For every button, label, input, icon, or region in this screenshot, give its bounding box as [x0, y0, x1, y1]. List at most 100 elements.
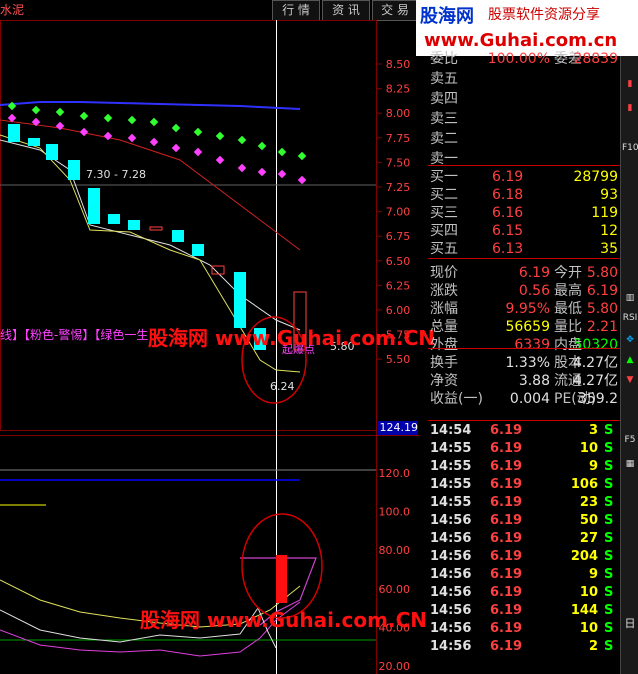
- price-axis-label: 6.25: [386, 279, 411, 292]
- buy-row[interactable]: 买二 6.18 93: [428, 186, 620, 204]
- sell-row[interactable]: 卖三: [428, 110, 620, 128]
- buy-volume: 12: [600, 223, 618, 239]
- tick-row[interactable]: 14:566.1950S1: [428, 512, 632, 530]
- tick-price: 6.19: [490, 549, 523, 564]
- stat-label: 涨幅: [430, 301, 458, 317]
- tick-row[interactable]: 14:566.1927S1: [428, 530, 632, 548]
- stat-value: 6339: [514, 337, 550, 353]
- pink-signal-dot: [79, 127, 89, 137]
- stat-row: 外盘 6339 内盘 50320: [428, 336, 620, 354]
- indicator-axis-label: 120.0: [379, 467, 411, 480]
- up-arrow-icon[interactable]: ▲: [622, 352, 638, 368]
- candlesticks: [8, 124, 307, 351]
- green-signal-dot: [297, 151, 307, 161]
- candle: [108, 214, 120, 224]
- tick-side: S: [604, 477, 614, 492]
- buy-label: 买三: [430, 205, 458, 221]
- tick-time: 14:55: [430, 459, 472, 474]
- tick-row[interactable]: 14:566.1910S1: [428, 584, 632, 602]
- tick-row[interactable]: 14:566.19204S1: [428, 548, 632, 566]
- buy-label: 买二: [430, 187, 458, 203]
- tick-row[interactable]: 14:566.1910S1: [428, 620, 632, 638]
- stat-value-2: 5.80: [586, 301, 618, 317]
- tick-price: 6.19: [490, 459, 523, 474]
- tick-side: S: [604, 495, 614, 510]
- kline-icon[interactable]: ▮: [622, 100, 638, 116]
- tick-volume: 9: [588, 567, 598, 582]
- move-icon[interactable]: ✥: [622, 332, 638, 348]
- tick-row[interactable]: 14:566.19144S1: [428, 602, 632, 620]
- green-signal-dot: [149, 117, 159, 127]
- price-axis-label: 6.50: [386, 255, 411, 268]
- buy-price: 6.18: [492, 187, 524, 203]
- menu-quotes-button[interactable]: 行 情: [272, 0, 320, 21]
- candle: [8, 124, 20, 142]
- buy-row[interactable]: 买四 6.15 12: [428, 222, 620, 240]
- green-signal-dot: [257, 141, 267, 151]
- toolbar-f5[interactable]: F5: [622, 432, 638, 448]
- tick-row[interactable]: 14:566.199S1: [428, 566, 632, 584]
- buy-row[interactable]: 买五 6.13 35: [428, 240, 620, 258]
- toolbar-f10[interactable]: F10: [622, 140, 638, 156]
- stat-value: 1.33%: [505, 355, 550, 371]
- tick-row[interactable]: 14:556.1923S1: [428, 494, 632, 512]
- ma-white-line: [0, 139, 301, 331]
- tick-row[interactable]: 14:556.19106S8: [428, 476, 632, 494]
- center-watermark: 股海网 www.Guhai.com.CN: [148, 326, 436, 350]
- rsi-icon[interactable]: RSI: [622, 310, 638, 326]
- price-axis-label: 7.25: [386, 181, 411, 194]
- menu-trade-button[interactable]: 交 易: [372, 0, 418, 21]
- sell-row[interactable]: 卖五: [428, 70, 620, 88]
- price-axis-label: 6.75: [386, 230, 411, 243]
- tick-time: 14:54: [430, 423, 472, 438]
- buy-row[interactable]: 买三 6.16 119: [428, 204, 620, 222]
- sell-row[interactable]: 卖二: [428, 130, 620, 148]
- tick-row[interactable]: 14:546.193S1: [428, 422, 632, 440]
- candle: [28, 138, 40, 146]
- stock-name: 水泥: [0, 3, 25, 17]
- tick-time: 14:56: [430, 621, 472, 636]
- tick-price: 6.19: [490, 495, 523, 510]
- buy-volume: 93: [600, 187, 618, 203]
- tick-row[interactable]: 14:556.1910S1: [428, 440, 632, 458]
- indicator-value-badge: 124.19: [378, 421, 418, 435]
- tick-volume: 9: [588, 459, 598, 474]
- pink-signal-dot: [127, 133, 137, 143]
- buy-price: 6.13: [492, 241, 524, 257]
- tick-volume: 10: [579, 441, 598, 456]
- stat-label-2: 量比: [554, 319, 582, 335]
- tick-volume: 10: [579, 585, 598, 600]
- grid-icon[interactable]: ▦: [622, 456, 638, 472]
- tick-volume: 144: [570, 603, 598, 618]
- tick-volume: 50: [579, 513, 598, 528]
- tick-time: 14:55: [430, 477, 472, 492]
- tick-side: S: [604, 513, 614, 528]
- tick-volume: 2: [588, 639, 598, 654]
- commission-ratio-row: 委比 100.00% 委差 28839: [428, 50, 620, 68]
- price-axis-label: 8.00: [386, 107, 411, 120]
- tick-time: 14:56: [430, 567, 472, 582]
- tick-volume: 23: [579, 495, 598, 510]
- settings-icon[interactable]: ▥: [622, 290, 638, 306]
- tick-price: 6.19: [490, 513, 523, 528]
- stat-value: 9.95%: [505, 301, 550, 317]
- price-axis-label: 8.50: [386, 58, 411, 71]
- buy-row[interactable]: 买一 6.19 28799: [428, 168, 620, 186]
- green-signal-dot: [31, 105, 41, 115]
- stat-value-2: 4.27亿: [572, 355, 618, 371]
- tick-row[interactable]: 14:566.192S1: [428, 638, 632, 656]
- chart-icon[interactable]: ▮: [622, 76, 638, 92]
- toolbar-day[interactable]: 日: [622, 616, 638, 632]
- sell-row[interactable]: 卖四: [428, 90, 620, 108]
- menu-news-button[interactable]: 资 讯: [322, 0, 370, 21]
- tick-price: 6.19: [490, 423, 523, 438]
- stat-value: 6.19: [518, 265, 550, 281]
- tick-row[interactable]: 14:556.199S2: [428, 458, 632, 476]
- stat-label-2: 今开: [554, 265, 582, 281]
- down-arrow-icon[interactable]: ▼: [622, 372, 638, 388]
- tick-price: 6.19: [490, 567, 523, 582]
- commission-diff-value: 28839: [573, 51, 618, 67]
- candle: [234, 272, 246, 328]
- stat-label-2: 最高: [554, 283, 582, 299]
- indicator-axis-label: 80.00: [379, 544, 411, 557]
